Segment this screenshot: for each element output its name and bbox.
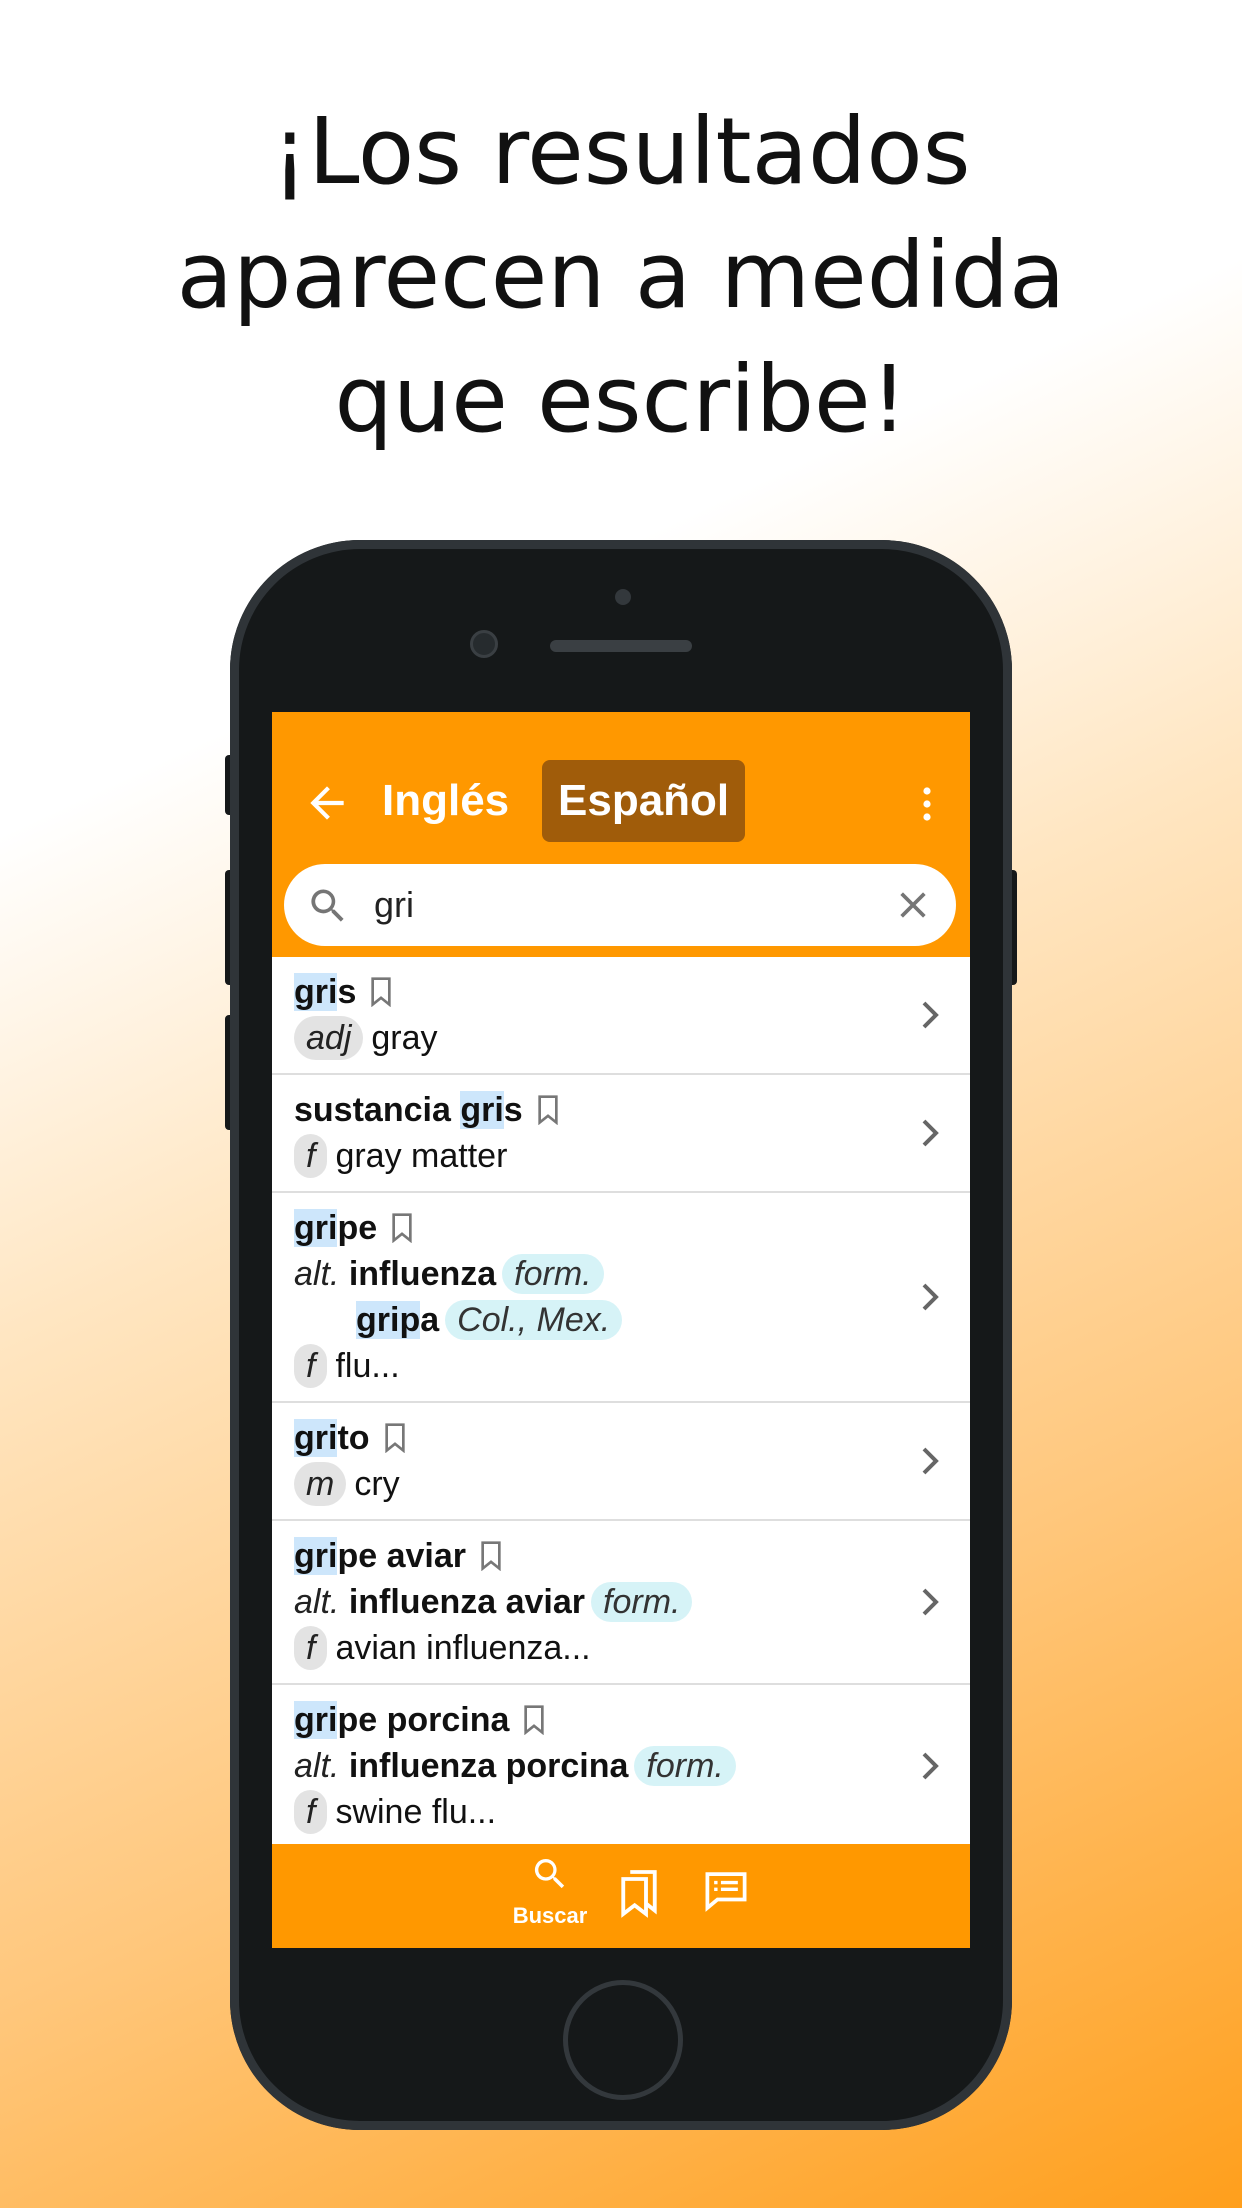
usage-note-badge: form. — [634, 1746, 736, 1786]
translation: avian influenza... — [335, 1629, 591, 1667]
proximity-sensor — [615, 589, 631, 605]
front-camera — [470, 630, 498, 658]
list-item[interactable]: gripe porcina alt. influenza porcina form… — [272, 1685, 970, 1849]
match-highlight: gri — [294, 1419, 338, 1457]
headline-line-3: que escribe! — [334, 346, 908, 453]
top-app-bar: Inglés Español gri — [272, 712, 970, 957]
part-of-speech-badge: adj — [294, 1016, 364, 1060]
search-input[interactable]: gri — [374, 864, 414, 946]
bookmark-icon[interactable] — [535, 1095, 561, 1125]
close-icon[interactable] — [896, 888, 930, 922]
list-item[interactable]: sustancia gris f gray matter — [272, 1075, 970, 1193]
app-screen: Inglés Español gri gris adj gray sustanc… — [272, 712, 970, 1948]
target-language-tab[interactable]: Español — [542, 760, 746, 842]
bottom-navigation: Buscar — [272, 1844, 970, 1948]
match-highlight: gri — [460, 1091, 504, 1129]
usage-note-badge: Col., Mex. — [445, 1300, 623, 1340]
part-of-speech-badge: f — [294, 1626, 328, 1670]
bookmark-icon[interactable] — [382, 1423, 408, 1453]
headword: gripe porcina — [294, 1701, 510, 1739]
part-of-speech-badge: f — [294, 1344, 328, 1388]
list-item[interactable]: gripe aviar alt. influenza aviar form. fa… — [272, 1521, 970, 1685]
list-item[interactable]: gris adj gray — [272, 957, 970, 1075]
headword: gripe — [294, 1209, 378, 1247]
chevron-right-icon — [922, 1001, 939, 1029]
alt-label: alt. — [294, 1747, 340, 1785]
alt-form: influenza — [348, 1255, 497, 1293]
part-of-speech-badge: m — [294, 1462, 347, 1506]
part-of-speech-badge: f — [294, 1790, 328, 1834]
match-highlight: gri — [294, 1537, 338, 1575]
translation: swine flu... — [335, 1793, 497, 1831]
nav-search-label: Buscar — [512, 1903, 588, 1928]
chevron-right-icon — [922, 1752, 939, 1780]
usage-note-badge: form. — [502, 1254, 604, 1294]
headline: ¡Los resultados aparecen a medida que es… — [0, 90, 1242, 462]
match-highlight: gri — [294, 973, 338, 1011]
list-item[interactable]: grito m cry — [272, 1403, 970, 1521]
part-of-speech-badge: f — [294, 1134, 328, 1178]
earpiece-speaker — [550, 640, 692, 652]
alt-form: influenza aviar — [348, 1583, 586, 1621]
bookmarks-icon[interactable] — [618, 1868, 660, 1918]
search-icon — [311, 889, 344, 922]
more-vertical-icon[interactable] — [912, 784, 942, 824]
headword: grito — [294, 1419, 370, 1457]
alt-label: alt. — [294, 1255, 340, 1293]
chevron-right-icon — [922, 1588, 939, 1616]
chevron-right-icon — [922, 1283, 939, 1311]
headword: gris — [294, 973, 357, 1011]
chevron-right-icon — [922, 1119, 939, 1147]
chevron-right-icon — [922, 1447, 939, 1475]
headline-line-1: ¡Los resultados — [271, 98, 971, 205]
search-bar[interactable]: gri — [284, 864, 956, 946]
match-highlight: grip — [356, 1301, 421, 1339]
usage-note-badge: form. — [591, 1582, 693, 1622]
list-icon[interactable] — [704, 1870, 748, 1912]
arrow-left-icon[interactable] — [302, 778, 352, 828]
alt-label: alt. — [294, 1583, 340, 1621]
alt-form: gripa — [356, 1301, 440, 1339]
bookmark-icon[interactable] — [368, 977, 394, 1007]
search-icon — [534, 1859, 565, 1889]
alt-form: influenza porcina — [348, 1747, 629, 1785]
home-button[interactable] — [563, 1980, 683, 2100]
translation: cry — [354, 1465, 400, 1503]
headline-line-2: aparecen a medida — [176, 222, 1066, 329]
bookmark-icon[interactable] — [389, 1213, 415, 1243]
match-highlight: gri — [294, 1701, 338, 1739]
translation: flu... — [335, 1347, 400, 1385]
headword: sustancia gris — [294, 1091, 523, 1129]
match-highlight: gri — [294, 1209, 338, 1247]
source-language-tab[interactable]: Inglés — [382, 760, 509, 842]
headword: gripe aviar — [294, 1537, 466, 1575]
results-list: gris adj gray sustancia gris f gray matter — [272, 957, 970, 1849]
nav-search-tab[interactable]: Buscar — [490, 1854, 610, 1929]
bookmark-icon[interactable] — [478, 1541, 504, 1571]
bookmark-icon[interactable] — [521, 1705, 547, 1735]
translation: gray — [371, 1019, 438, 1057]
translation: gray matter — [335, 1137, 508, 1175]
phone-frame: Inglés Español gri gris adj gray sustanc… — [230, 540, 1012, 2130]
list-item[interactable]: gripe alt. influenza form. gripa Col., Mex… — [272, 1193, 970, 1403]
